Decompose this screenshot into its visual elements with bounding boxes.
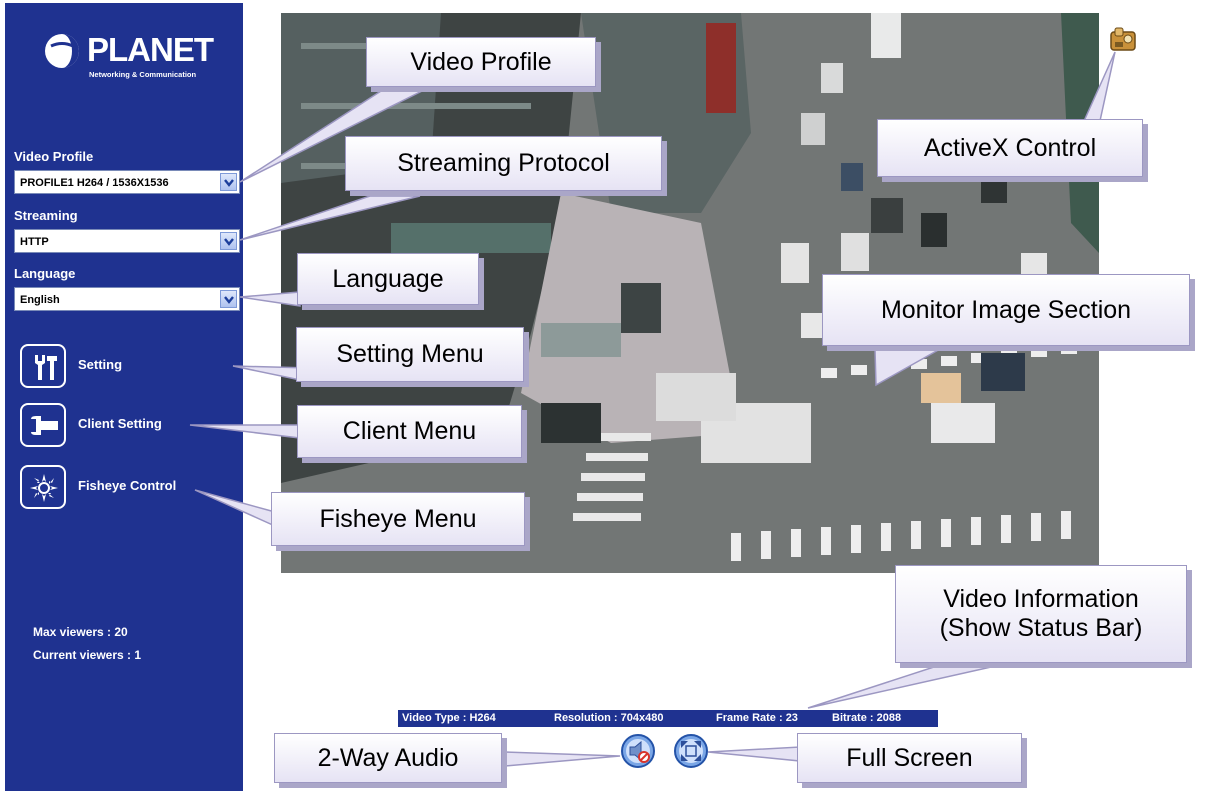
- callout-fisheye-menu: Fisheye Menu: [271, 492, 525, 546]
- current-viewers: Current viewers : 1: [33, 648, 142, 662]
- video-status-bar: Video Type : H264 Resolution : 704x480 F…: [398, 710, 938, 727]
- planet-logo: PLANET Networking & Communication: [43, 30, 233, 84]
- sidebar: PLANET Networking & Communication Video …: [5, 3, 243, 791]
- callout-video-info-line2: (Show Status Bar): [939, 614, 1143, 642]
- callout-activex-control: ActiveX Control: [877, 119, 1143, 177]
- fisheye-icon[interactable]: [20, 465, 66, 509]
- callout-video-profile: Video Profile: [366, 37, 596, 87]
- max-viewers: Max viewers : 20: [33, 625, 128, 639]
- fisheye-control-menu-label: Fisheye Control: [78, 478, 177, 493]
- video-profile-select[interactable]: PROFILE1 H264 / 1536X1536: [14, 170, 240, 194]
- callout-client-menu: Client Menu: [297, 405, 522, 458]
- callout-streaming-protocol: Streaming Protocol: [345, 136, 662, 191]
- setting-menu-label: Setting: [78, 357, 123, 372]
- bitrate-text: Bitrate : 2088: [832, 712, 902, 724]
- video-profile-label: Video Profile: [14, 149, 94, 164]
- two-way-audio-button[interactable]: [620, 733, 656, 769]
- resolution-text: Resolution : 704x480: [554, 712, 664, 724]
- callout-video-info-line1: Video Information: [943, 585, 1139, 614]
- fullscreen-icon: [674, 734, 708, 768]
- language-select[interactable]: English: [14, 287, 240, 311]
- chevron-down-icon[interactable]: [220, 232, 237, 250]
- streaming-value: HTTP: [20, 236, 49, 248]
- setting-menu-item[interactable]: Setting: [20, 344, 240, 394]
- speaker-mute-icon: [621, 734, 655, 768]
- full-screen-button[interactable]: [673, 733, 709, 769]
- streaming-label: Streaming: [14, 208, 78, 223]
- brand-name: PLANET: [87, 31, 214, 68]
- video-type-text: Video Type : H264: [402, 712, 496, 724]
- chevron-down-icon[interactable]: [220, 290, 237, 308]
- language-value: English: [20, 294, 60, 306]
- video-profile-value: PROFILE1 H264 / 1536X1536: [20, 177, 169, 189]
- streaming-select[interactable]: HTTP: [14, 229, 240, 253]
- fisheye-control-menu-item[interactable]: Fisheye Control: [20, 465, 240, 515]
- client-setting-menu-item[interactable]: Client Setting: [20, 403, 240, 453]
- callout-full-screen: Full Screen: [797, 733, 1022, 783]
- tools-icon[interactable]: [20, 344, 66, 388]
- frame-rate-text: Frame Rate : 23: [716, 712, 798, 724]
- language-label: Language: [14, 266, 76, 281]
- wrench-icon[interactable]: [20, 403, 66, 447]
- callout-language: Language: [297, 253, 479, 305]
- activex-control-icon[interactable]: [1109, 26, 1137, 54]
- callout-setting-menu: Setting Menu: [296, 327, 524, 382]
- brand-tagline: Networking & Communication: [89, 70, 197, 79]
- callout-monitor-image-section: Monitor Image Section: [822, 274, 1190, 346]
- callout-two-way-audio: 2-Way Audio: [274, 733, 502, 783]
- chevron-down-icon[interactable]: [220, 173, 237, 191]
- client-setting-menu-label: Client Setting: [78, 416, 162, 431]
- callout-video-information: Video Information (Show Status Bar): [895, 565, 1187, 663]
- planet-logo-icon: [45, 34, 79, 68]
